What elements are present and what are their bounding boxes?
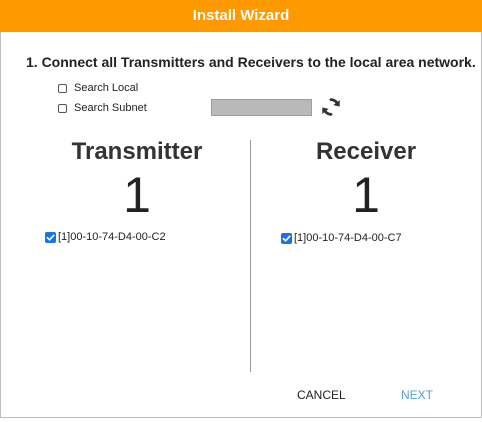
search-local-option[interactable]: Search Local — [58, 82, 138, 94]
search-local-checkbox[interactable] — [58, 83, 67, 93]
column-divider — [250, 140, 251, 372]
refresh-icon — [322, 98, 340, 116]
dialog-bottom-border — [0, 417, 482, 418]
checkmark-icon — [46, 234, 55, 241]
transmitter-device-label: [1]00-10-74-D4-00-C2 — [58, 231, 166, 243]
install-wizard-dialog: Install Wizard 1. Connect all Transmitte… — [0, 0, 482, 422]
cancel-button[interactable]: CANCEL — [297, 388, 346, 402]
transmitter-title: Transmitter — [71, 138, 203, 165]
receiver-title: Receiver — [315, 138, 417, 165]
search-subnet-label: Search Subnet — [74, 102, 147, 114]
dialog-title: Install Wizard — [0, 0, 482, 32]
receiver-count: 1 — [352, 167, 380, 223]
receiver-device-checkbox[interactable] — [281, 232, 292, 244]
refresh-button[interactable] — [318, 94, 344, 120]
search-local-label: Search Local — [74, 82, 139, 94]
step-instruction: 1. Connect all Transmitters and Receiver… — [26, 54, 476, 70]
receiver-device-label: [1]00-10-74-D4-00-C7 — [294, 232, 402, 244]
receiver-device-item[interactable]: [1]00-10-74-D4-00-C7 — [281, 232, 402, 244]
transmitter-count: 1 — [123, 167, 151, 223]
next-button[interactable]: NEXT — [401, 388, 433, 402]
search-subnet-checkbox[interactable] — [58, 103, 67, 113]
search-subnet-option[interactable]: Search Subnet — [58, 102, 147, 114]
transmitter-device-checkbox[interactable] — [45, 231, 56, 243]
subnet-input[interactable] — [211, 99, 312, 116]
checkmark-icon — [282, 235, 291, 242]
transmitter-device-item[interactable]: [1]00-10-74-D4-00-C2 — [45, 231, 166, 243]
